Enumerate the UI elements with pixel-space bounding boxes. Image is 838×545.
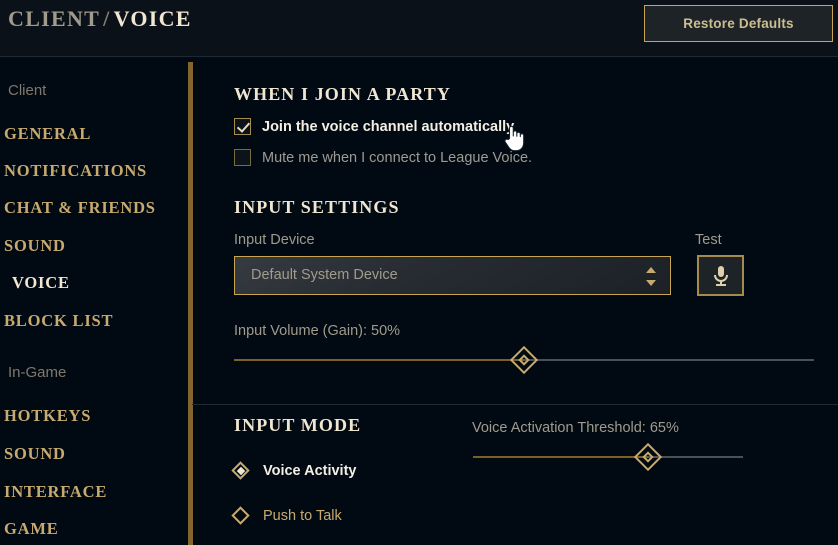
- header-bar: CLIENT/VOICE Restore Defaults: [0, 0, 838, 57]
- radio-row-push-to-talk[interactable]: Push to Talk: [232, 507, 342, 525]
- section-divider: [192, 404, 838, 405]
- breadcrumb-separator: /: [103, 6, 110, 31]
- section-title-when-i-join-a-party: WHEN I JOIN A PARTY: [234, 84, 451, 105]
- voice-activation-threshold-slider[interactable]: [473, 450, 743, 464]
- input-volume-slider[interactable]: [234, 353, 814, 367]
- section-title-input-mode: INPUT MODE: [234, 415, 361, 436]
- checkbox-join-voice-automatically[interactable]: [234, 118, 251, 135]
- sidebar-item-chat-and-friends[interactable]: CHAT & FRIENDS: [0, 198, 156, 218]
- sidebar-item-hotkeys[interactable]: HOTKEYS: [0, 406, 91, 426]
- input-volume-slider-fill: [234, 359, 524, 361]
- chevron-up-down-icon: [645, 266, 657, 287]
- input-volume-slider-handle[interactable]: [511, 347, 537, 373]
- test-microphone-button[interactable]: [697, 255, 744, 296]
- sidebar-item-sound-client[interactable]: SOUND: [0, 236, 66, 256]
- checkbox-row-join-voice-automatically[interactable]: Join the voice channel automatically: [234, 118, 514, 135]
- radio-label-voice-activity: Voice Activity: [263, 463, 356, 479]
- sidebar-item-interface[interactable]: INTERFACE: [0, 482, 107, 502]
- checkbox-label-join-voice-automatically: Join the voice channel automatically: [262, 119, 514, 135]
- league-client-settings-window: CLIENT/VOICE Restore Defaults Client GEN…: [0, 0, 838, 545]
- input-device-select-value: Default System Device: [251, 267, 398, 283]
- settings-sidebar: Client GENERAL NOTIFICATIONS CHAT & FRIE…: [0, 58, 192, 545]
- breadcrumb-current: VOICE: [114, 6, 192, 31]
- input-device-select[interactable]: Default System Device: [234, 256, 671, 295]
- microphone-icon: [711, 264, 731, 288]
- radio-label-push-to-talk: Push to Talk: [263, 508, 342, 524]
- radio-push-to-talk[interactable]: [232, 507, 250, 525]
- sidebar-group-label-client: Client: [0, 82, 46, 99]
- voice-activation-threshold-slider-handle[interactable]: [635, 444, 661, 470]
- settings-content-panel: WHEN I JOIN A PARTY Join the voice chann…: [192, 58, 838, 545]
- checkbox-row-mute-on-connect[interactable]: Mute me when I connect to League Voice.: [234, 149, 532, 166]
- label-voice-activation-threshold: Voice Activation Threshold: 65%: [472, 420, 679, 436]
- voice-activation-threshold-slider-fill: [473, 456, 648, 458]
- label-test: Test: [695, 232, 722, 248]
- sidebar-group-label-in-game: In-Game: [0, 364, 66, 381]
- label-input-device: Input Device: [234, 232, 315, 248]
- sidebar-item-sound-ingame[interactable]: SOUND: [0, 444, 66, 464]
- restore-defaults-button[interactable]: Restore Defaults: [644, 5, 833, 42]
- sidebar-item-game[interactable]: GAME: [0, 519, 59, 539]
- radio-voice-activity[interactable]: [232, 462, 250, 480]
- breadcrumb-parent[interactable]: CLIENT: [8, 6, 100, 31]
- sidebar-item-voice[interactable]: VOICE: [0, 273, 70, 293]
- breadcrumb: CLIENT/VOICE: [8, 6, 192, 32]
- checkbox-mute-on-connect[interactable]: [234, 149, 251, 166]
- sidebar-item-general[interactable]: GENERAL: [0, 124, 91, 144]
- checkbox-label-mute-on-connect: Mute me when I connect to League Voice.: [262, 150, 532, 166]
- sidebar-item-notifications[interactable]: NOTIFICATIONS: [0, 161, 147, 181]
- sidebar-item-block-list[interactable]: BLOCK LIST: [0, 311, 113, 331]
- radio-row-voice-activity[interactable]: Voice Activity: [232, 462, 356, 480]
- section-title-input-settings: INPUT SETTINGS: [234, 197, 400, 218]
- label-input-volume-gain: Input Volume (Gain): 50%: [234, 323, 400, 339]
